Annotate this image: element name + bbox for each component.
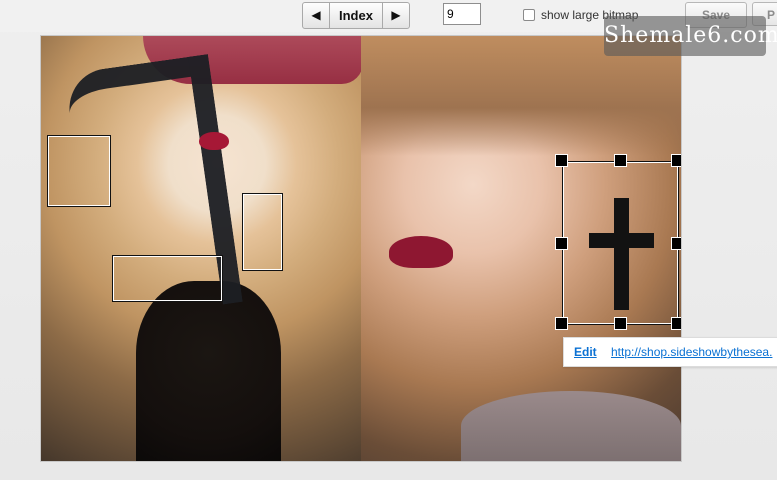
previous-button[interactable]: ◀ [303,3,330,28]
hand-selection-box[interactable] [47,135,111,207]
resize-handle-n[interactable] [614,154,627,167]
image-annotation-app: ◀ Index ▶ show large bitmap Save P She [0,0,777,480]
resize-handle-w[interactable] [555,237,568,250]
left-lips-shape [199,132,229,150]
right-lips-shape [389,236,453,268]
cross-selection-box[interactable] [562,161,679,325]
resize-handle-s[interactable] [614,317,627,330]
resize-handle-se[interactable] [671,317,681,330]
resize-handle-e[interactable] [671,237,681,250]
page-number-input[interactable] [443,3,481,25]
next-button[interactable]: ▶ [383,3,409,28]
earring-selection-box[interactable] [242,193,283,271]
navigation-group: ◀ Index ▶ [302,2,410,29]
product-url-link[interactable]: http://shop.sideshowbythesea. [611,338,772,366]
resize-handle-sw[interactable] [555,317,568,330]
necklace-selection-box[interactable] [112,255,223,302]
index-button[interactable]: Index [330,3,383,28]
image-canvas[interactable] [40,35,682,462]
resize-handle-nw[interactable] [555,154,568,167]
link-popup: Edit http://shop.sideshowbythesea. [563,337,777,367]
resize-handle-ne[interactable] [671,154,681,167]
show-large-bitmap-checkbox[interactable] [523,9,535,21]
edit-link[interactable]: Edit [574,338,597,366]
watermark-badge: Shemale6.com [604,16,777,56]
